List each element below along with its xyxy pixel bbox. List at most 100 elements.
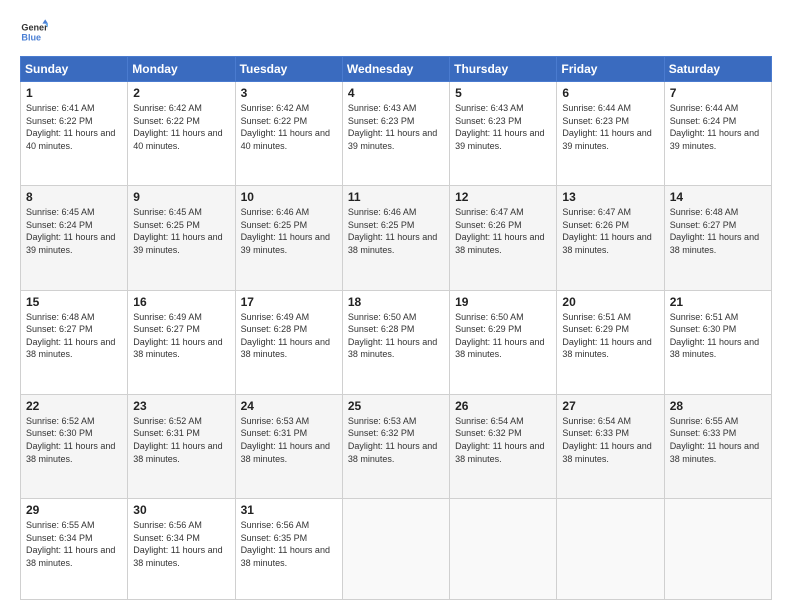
day-info: Sunrise: 6:54 AMSunset: 6:33 PMDaylight:… [562, 415, 658, 465]
calendar-table: SundayMondayTuesdayWednesdayThursdayFrid… [20, 56, 772, 600]
calendar-cell: 14 Sunrise: 6:48 AMSunset: 6:27 PMDayligh… [664, 186, 771, 290]
day-number: 24 [241, 399, 337, 413]
calendar-day-header: Friday [557, 57, 664, 82]
calendar-cell: 22 Sunrise: 6:52 AMSunset: 6:30 PMDayligh… [21, 394, 128, 498]
day-number: 27 [562, 399, 658, 413]
day-info: Sunrise: 6:56 AMSunset: 6:35 PMDaylight:… [241, 519, 337, 569]
generalblue-icon: General Blue [20, 18, 48, 46]
calendar-day-header: Wednesday [342, 57, 449, 82]
day-info: Sunrise: 6:47 AMSunset: 6:26 PMDaylight:… [455, 206, 551, 256]
day-number: 21 [670, 295, 766, 309]
day-info: Sunrise: 6:55 AMSunset: 6:34 PMDaylight:… [26, 519, 122, 569]
day-info: Sunrise: 6:53 AMSunset: 6:31 PMDaylight:… [241, 415, 337, 465]
svg-text:General: General [21, 23, 48, 33]
day-number: 13 [562, 190, 658, 204]
day-number: 17 [241, 295, 337, 309]
calendar-cell: 1 Sunrise: 6:41 AMSunset: 6:22 PMDaylight… [21, 82, 128, 186]
calendar-cell: 30Sunrise: 6:56 AMSunset: 6:34 PMDayligh… [128, 499, 235, 600]
day-number: 22 [26, 399, 122, 413]
calendar-cell: 3Sunrise: 6:42 AMSunset: 6:22 PMDaylight… [235, 82, 342, 186]
day-number: 15 [26, 295, 122, 309]
day-number: 11 [348, 190, 444, 204]
calendar-cell: 8 Sunrise: 6:45 AMSunset: 6:24 PMDaylight… [21, 186, 128, 290]
calendar-cell: 15 Sunrise: 6:48 AMSunset: 6:27 PMDayligh… [21, 290, 128, 394]
calendar-cell: 27 Sunrise: 6:54 AMSunset: 6:33 PMDayligh… [557, 394, 664, 498]
calendar-cell: 25 Sunrise: 6:53 AMSunset: 6:32 PMDayligh… [342, 394, 449, 498]
calendar-cell: 20Sunrise: 6:51 AMSunset: 6:29 PMDayligh… [557, 290, 664, 394]
day-number: 26 [455, 399, 551, 413]
day-info: Sunrise: 6:50 AMSunset: 6:29 PMDaylight:… [455, 311, 551, 361]
calendar-cell: 11 Sunrise: 6:46 AMSunset: 6:25 PMDayligh… [342, 186, 449, 290]
day-number: 5 [455, 86, 551, 100]
day-info: Sunrise: 6:41 AMSunset: 6:22 PMDaylight:… [26, 102, 122, 152]
day-number: 19 [455, 295, 551, 309]
calendar-day-header: Tuesday [235, 57, 342, 82]
day-number: 28 [670, 399, 766, 413]
day-number: 25 [348, 399, 444, 413]
day-info: Sunrise: 6:42 AMSunset: 6:22 PMDaylight:… [133, 102, 229, 152]
day-number: 16 [133, 295, 229, 309]
calendar-cell: 18Sunrise: 6:50 AMSunset: 6:28 PMDayligh… [342, 290, 449, 394]
calendar-day-header: Thursday [450, 57, 557, 82]
day-info: Sunrise: 6:52 AMSunset: 6:31 PMDaylight:… [133, 415, 229, 465]
calendar-cell: 19 Sunrise: 6:50 AMSunset: 6:29 PMDayligh… [450, 290, 557, 394]
calendar-cell: 9 Sunrise: 6:45 AMSunset: 6:25 PMDaylight… [128, 186, 235, 290]
day-number: 12 [455, 190, 551, 204]
day-number: 10 [241, 190, 337, 204]
svg-text:Blue: Blue [21, 32, 41, 42]
calendar-cell: 5 Sunrise: 6:43 AMSunset: 6:23 PMDaylight… [450, 82, 557, 186]
calendar-cell: 10 Sunrise: 6:46 AMSunset: 6:25 PMDayligh… [235, 186, 342, 290]
day-info: Sunrise: 6:48 AMSunset: 6:27 PMDaylight:… [26, 311, 122, 361]
calendar-cell: 12 Sunrise: 6:47 AMSunset: 6:26 PMDayligh… [450, 186, 557, 290]
day-info: Sunrise: 6:46 AMSunset: 6:25 PMDaylight:… [348, 206, 444, 256]
day-number: 31 [241, 503, 337, 517]
calendar-cell: 17Sunrise: 6:49 AMSunset: 6:28 PMDayligh… [235, 290, 342, 394]
calendar-cell: 16 Sunrise: 6:49 AMSunset: 6:27 PMDayligh… [128, 290, 235, 394]
calendar-day-header: Sunday [21, 57, 128, 82]
day-info: Sunrise: 6:53 AMSunset: 6:32 PMDaylight:… [348, 415, 444, 465]
calendar-cell: 13Sunrise: 6:47 AMSunset: 6:26 PMDayligh… [557, 186, 664, 290]
day-number: 14 [670, 190, 766, 204]
calendar-cell: 31 Sunrise: 6:56 AMSunset: 6:35 PMDayligh… [235, 499, 342, 600]
calendar-cell: 21 Sunrise: 6:51 AMSunset: 6:30 PMDayligh… [664, 290, 771, 394]
calendar-day-header: Monday [128, 57, 235, 82]
day-info: Sunrise: 6:56 AMSunset: 6:34 PMDaylight:… [133, 519, 229, 569]
day-number: 1 [26, 86, 122, 100]
calendar-cell: 2 Sunrise: 6:42 AMSunset: 6:22 PMDaylight… [128, 82, 235, 186]
day-info: Sunrise: 6:45 AMSunset: 6:24 PMDaylight:… [26, 206, 122, 256]
calendar-cell: 26 Sunrise: 6:54 AMSunset: 6:32 PMDayligh… [450, 394, 557, 498]
day-info: Sunrise: 6:45 AMSunset: 6:25 PMDaylight:… [133, 206, 229, 256]
day-number: 2 [133, 86, 229, 100]
logo: General Blue [20, 18, 48, 46]
day-number: 9 [133, 190, 229, 204]
day-info: Sunrise: 6:50 AMSunset: 6:28 PMDaylight:… [348, 311, 444, 361]
day-info: Sunrise: 6:55 AMSunset: 6:33 PMDaylight:… [670, 415, 766, 465]
day-info: Sunrise: 6:52 AMSunset: 6:30 PMDaylight:… [26, 415, 122, 465]
day-info: Sunrise: 6:43 AMSunset: 6:23 PMDaylight:… [348, 102, 444, 152]
day-info: Sunrise: 6:51 AMSunset: 6:30 PMDaylight:… [670, 311, 766, 361]
day-number: 20 [562, 295, 658, 309]
day-info: Sunrise: 6:44 AMSunset: 6:23 PMDaylight:… [562, 102, 658, 152]
calendar-cell: 29 Sunrise: 6:55 AMSunset: 6:34 PMDayligh… [21, 499, 128, 600]
day-number: 3 [241, 86, 337, 100]
calendar-day-header: Saturday [664, 57, 771, 82]
day-info: Sunrise: 6:43 AMSunset: 6:23 PMDaylight:… [455, 102, 551, 152]
day-info: Sunrise: 6:48 AMSunset: 6:27 PMDaylight:… [670, 206, 766, 256]
calendar-cell: 23 Sunrise: 6:52 AMSunset: 6:31 PMDayligh… [128, 394, 235, 498]
day-info: Sunrise: 6:54 AMSunset: 6:32 PMDaylight:… [455, 415, 551, 465]
day-number: 8 [26, 190, 122, 204]
day-number: 6 [562, 86, 658, 100]
calendar-header-row: SundayMondayTuesdayWednesdayThursdayFrid… [21, 57, 772, 82]
calendar-cell: 4Sunrise: 6:43 AMSunset: 6:23 PMDaylight… [342, 82, 449, 186]
calendar-cell: 24 Sunrise: 6:53 AMSunset: 6:31 PMDayligh… [235, 394, 342, 498]
day-info: Sunrise: 6:46 AMSunset: 6:25 PMDaylight:… [241, 206, 337, 256]
calendar-cell [557, 499, 664, 600]
day-number: 23 [133, 399, 229, 413]
calendar-cell [450, 499, 557, 600]
calendar-cell: 6 Sunrise: 6:44 AMSunset: 6:23 PMDaylight… [557, 82, 664, 186]
calendar-cell: 7Sunrise: 6:44 AMSunset: 6:24 PMDaylight… [664, 82, 771, 186]
day-number: 29 [26, 503, 122, 517]
calendar-cell: 28 Sunrise: 6:55 AMSunset: 6:33 PMDayligh… [664, 394, 771, 498]
day-info: Sunrise: 6:49 AMSunset: 6:27 PMDaylight:… [133, 311, 229, 361]
day-info: Sunrise: 6:44 AMSunset: 6:24 PMDaylight:… [670, 102, 766, 152]
